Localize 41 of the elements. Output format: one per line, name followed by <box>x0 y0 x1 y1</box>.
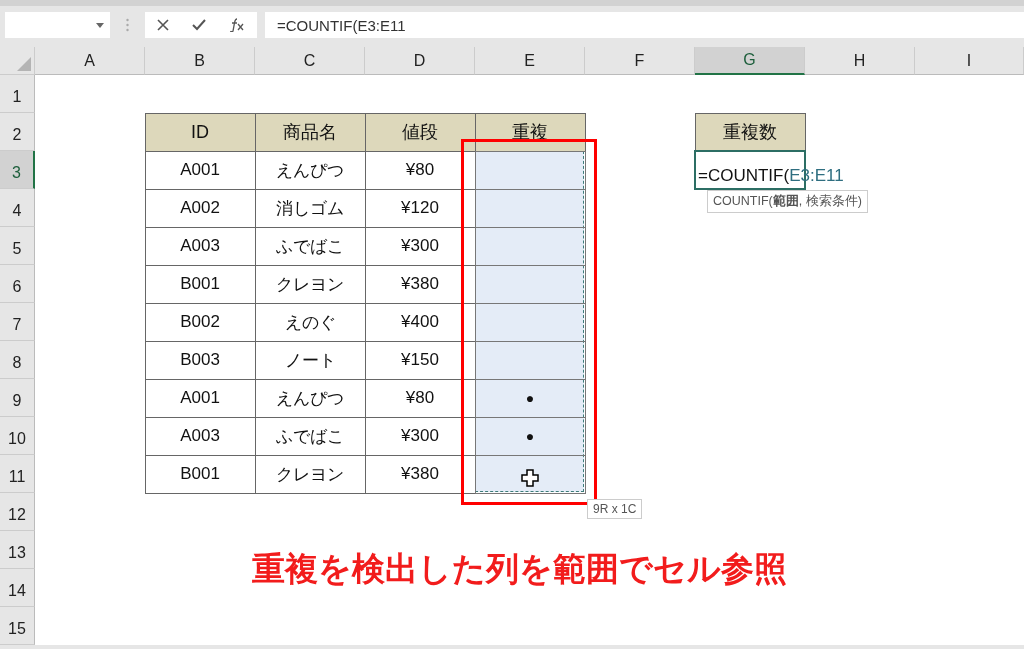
selection-size-tooltip: 9R x 1C <box>587 499 643 519</box>
formula-input[interactable]: =COUNTIF(E3:E11 <box>265 12 1024 38</box>
function-tooltip: COUNTIF(範囲, 検索条件) <box>707 190 868 213</box>
row-header[interactable]: 2 <box>0 113 35 151</box>
table-header: 値段 <box>364 112 476 152</box>
row-header[interactable]: 13 <box>0 531 35 569</box>
row-header[interactable]: 1 <box>0 75 35 113</box>
table-cell: ● <box>474 416 586 456</box>
cancel-icon[interactable] <box>156 19 169 31</box>
table-header: 商品名 <box>254 112 366 152</box>
cell-cursor-icon <box>521 469 539 487</box>
row-header[interactable]: 14 <box>0 569 35 607</box>
column-header[interactable]: E <box>475 47 585 75</box>
table-cell: ● <box>474 378 586 418</box>
row-header[interactable]: 9 <box>0 379 35 417</box>
column-header[interactable]: D <box>365 47 475 75</box>
row-header[interactable]: 10 <box>0 417 35 455</box>
column-header[interactable]: I <box>915 47 1024 75</box>
row-header[interactable]: 11 <box>0 455 35 493</box>
table-header: 重複数 <box>694 112 806 152</box>
table-header: ID <box>144 112 256 152</box>
column-header[interactable]: G <box>695 47 805 75</box>
row-header[interactable]: 5 <box>0 227 35 265</box>
insert-function-icon[interactable] <box>229 18 246 32</box>
row-header[interactable]: 6 <box>0 265 35 303</box>
row-header[interactable]: 12 <box>0 493 35 531</box>
column-header[interactable]: C <box>255 47 365 75</box>
dropdown-caret-icon[interactable] <box>96 22 104 28</box>
row-header[interactable]: 8 <box>0 341 35 379</box>
row-header[interactable]: 3 <box>0 151 35 189</box>
row-header[interactable]: 15 <box>0 607 35 645</box>
row-header[interactable]: 7 <box>0 303 35 341</box>
column-header[interactable]: F <box>585 47 695 75</box>
row-header[interactable]: 4 <box>0 189 35 227</box>
column-header[interactable]: B <box>145 47 255 75</box>
column-header[interactable]: A <box>35 47 145 75</box>
grip-icon <box>126 18 129 32</box>
caption-text: 重複を検出した列を範囲でセル参照 <box>252 548 788 589</box>
check-icon[interactable] <box>192 19 206 31</box>
table-cell: B001 <box>144 454 256 494</box>
column-header[interactable]: H <box>805 47 915 75</box>
